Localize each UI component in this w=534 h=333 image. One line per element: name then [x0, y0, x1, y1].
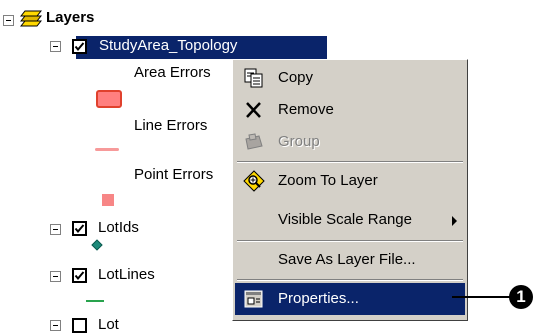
lotlines-layer-label[interactable]: LotLines	[98, 266, 155, 283]
lotids-layer-label[interactable]: LotIds	[98, 219, 139, 236]
menu-item-zoom-to-layer-label: Zoom To Layer	[278, 172, 378, 189]
lot-layer-label[interactable]: Lot	[98, 316, 119, 333]
menu-item-save-as-layer-file-label: Save As Layer File...	[278, 251, 416, 268]
zoom-to-layer-icon	[243, 170, 265, 192]
layers-root-label[interactable]: Layers	[46, 9, 94, 26]
topology-visibility-checkbox[interactable]	[72, 39, 87, 54]
callout-number-badge: 1	[509, 285, 533, 309]
lotlines-line-symbol	[86, 300, 104, 302]
checkmark-icon	[74, 224, 85, 234]
menu-separator	[237, 240, 463, 242]
menu-item-visible-scale-range[interactable]: Visible Scale Range	[235, 204, 465, 236]
menu-item-remove[interactable]: Remove	[235, 94, 465, 126]
legend-area-errors-label: Area Errors	[134, 64, 211, 81]
point-error-symbol	[102, 194, 114, 206]
remove-x-icon	[243, 99, 265, 121]
line-error-symbol	[95, 148, 119, 151]
menu-item-properties-label: Properties...	[278, 290, 359, 307]
lot-visibility-checkbox[interactable]	[72, 318, 87, 333]
lotids-collapse-toggle[interactable]	[50, 224, 61, 235]
menu-item-properties[interactable]: Properties...	[235, 283, 465, 315]
lot-collapse-toggle[interactable]	[50, 320, 61, 331]
menu-item-group-label: Group	[278, 133, 320, 150]
menu-item-remove-label: Remove	[278, 101, 334, 118]
menu-item-group[interactable]: Group	[235, 126, 465, 158]
menu-item-save-as-layer-file[interactable]: Save As Layer File...	[235, 244, 465, 276]
checkmark-icon	[74, 271, 85, 281]
lotlines-visibility-checkbox[interactable]	[72, 268, 87, 283]
lotlines-collapse-toggle[interactable]	[50, 271, 61, 282]
submenu-arrow-icon	[452, 216, 457, 226]
menu-item-zoom-to-layer[interactable]: Zoom To Layer	[235, 165, 465, 197]
copy-icon	[243, 67, 265, 89]
layers-stack-icon	[19, 9, 43, 29]
menu-item-copy-label: Copy	[278, 69, 314, 86]
topology-layer-label[interactable]: StudyArea_Topology	[99, 37, 237, 54]
menu-separator	[237, 279, 463, 281]
layers-collapse-toggle[interactable]	[3, 15, 14, 26]
layer-context-menu: Copy Remove Group Zoom To Layer Visible …	[232, 59, 468, 321]
callout-leader-line	[452, 296, 512, 298]
lotids-visibility-checkbox[interactable]	[72, 221, 87, 236]
properties-icon	[243, 288, 265, 310]
area-error-symbol	[96, 90, 122, 108]
menu-item-copy[interactable]: Copy	[235, 62, 465, 94]
topology-collapse-toggle[interactable]	[50, 41, 61, 52]
group-icon	[243, 131, 265, 153]
lotids-point-symbol	[91, 239, 103, 251]
menu-item-visible-scale-range-label: Visible Scale Range	[278, 211, 412, 228]
legend-line-errors-label: Line Errors	[134, 117, 208, 134]
checkmark-icon	[74, 42, 85, 52]
menu-separator	[237, 161, 463, 163]
legend-point-errors-label: Point Errors	[134, 166, 214, 183]
